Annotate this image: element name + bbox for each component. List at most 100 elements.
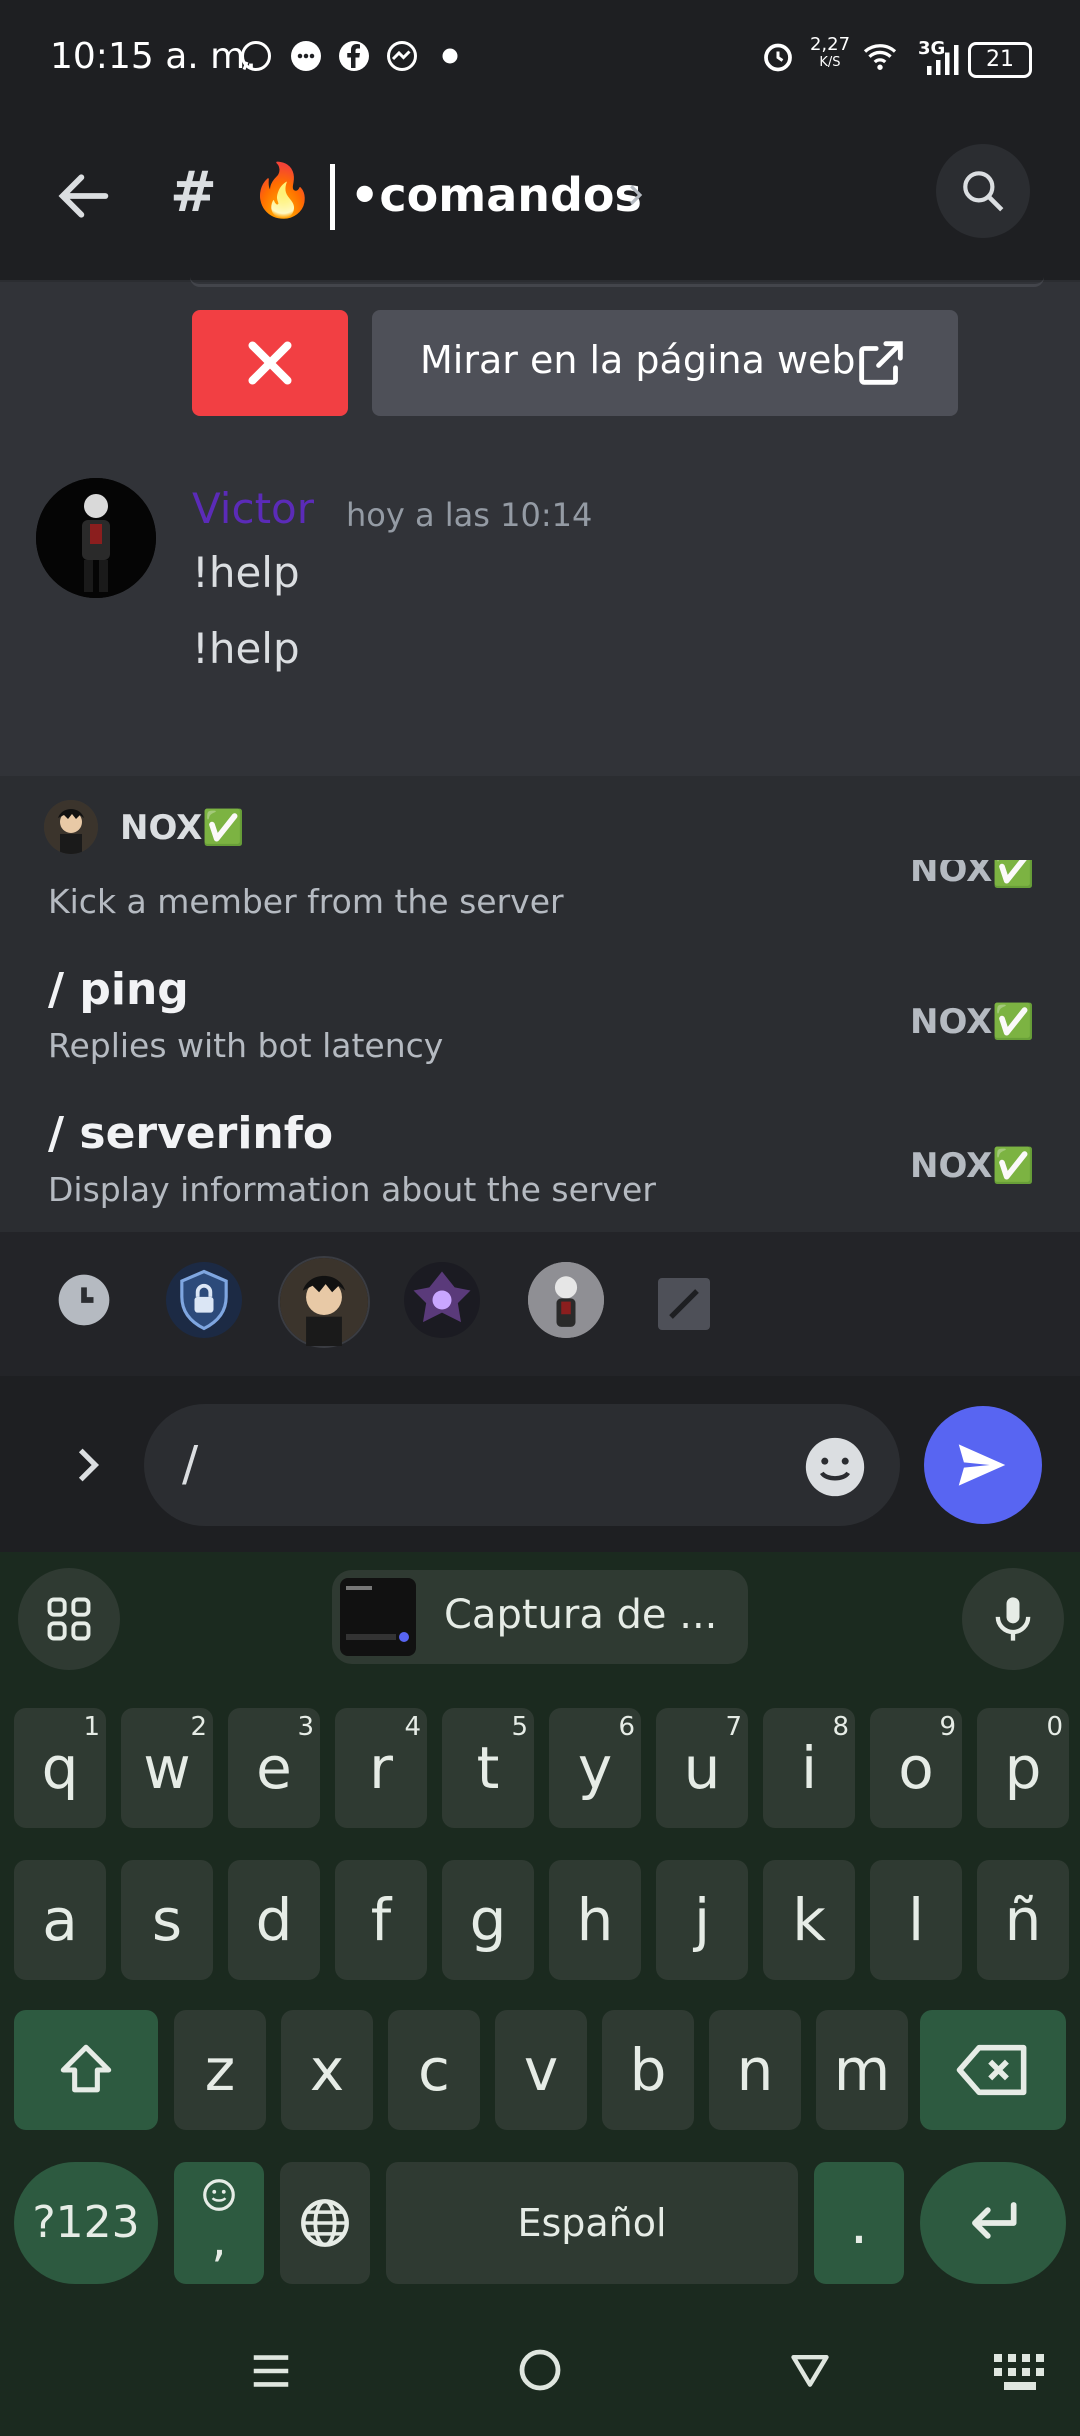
key-label: u	[683, 1734, 721, 1802]
microphone-icon	[995, 1597, 1031, 1641]
symbols-key[interactable]: ?123	[14, 2162, 158, 2284]
key[interactable]: e3	[228, 1708, 320, 1828]
message-timestamp: hoy a las 10:14	[346, 496, 593, 534]
network-speed-unit: K/S	[819, 55, 841, 70]
key[interactable]: f	[335, 1860, 427, 1980]
key[interactable]: k	[763, 1860, 855, 1980]
command-name[interactable]: / serverinfo	[48, 1108, 333, 1159]
command-name[interactable]: / ping	[48, 964, 189, 1015]
shield-lock-icon	[180, 1269, 228, 1331]
key[interactable]: g	[442, 1860, 534, 1980]
key[interactable]: u7	[656, 1708, 748, 1828]
key-label: p	[1004, 1734, 1042, 1802]
key-label: v	[523, 2036, 559, 2104]
dark-emblem-icon	[413, 1271, 471, 1323]
voice-input-button[interactable]	[962, 1568, 1064, 1670]
key[interactable]: s	[121, 1860, 213, 1980]
key-label: d	[255, 1886, 293, 1954]
key[interactable]: t5	[442, 1708, 534, 1828]
home-icon[interactable]	[516, 2346, 564, 2394]
key-hint: 6	[618, 1712, 635, 1742]
app-pen-tool[interactable]	[658, 1278, 710, 1330]
key-hint: 1	[83, 1712, 100, 1742]
period-key[interactable]: .	[814, 2162, 904, 2284]
key-label: l	[907, 1886, 925, 1954]
user-avatar-image	[36, 478, 156, 598]
command-description: Display information about the server	[48, 1170, 656, 1209]
shift-icon	[60, 2044, 112, 2093]
back-triangle-icon[interactable]	[786, 2348, 834, 2392]
key[interactable]: i8	[763, 1708, 855, 1828]
battery-indicator: 21	[968, 42, 1032, 78]
space-key[interactable]: Español	[386, 2162, 798, 2284]
key[interactable]: l	[870, 1860, 962, 1980]
app-shield-bot[interactable]	[166, 1262, 242, 1338]
send-button[interactable]	[924, 1406, 1042, 1524]
key-label: o	[898, 1734, 934, 1802]
key-label: f	[370, 1886, 392, 1954]
recent-commands-tab[interactable]	[46, 1262, 122, 1338]
enter-icon	[972, 2202, 1017, 2239]
app-dark-bot[interactable]	[404, 1262, 480, 1338]
key[interactable]: p0	[977, 1708, 1069, 1828]
key[interactable]: c	[388, 2010, 480, 2130]
search-button[interactable]	[936, 144, 1030, 238]
clock-icon	[58, 1274, 110, 1326]
key[interactable]: j	[656, 1860, 748, 1980]
key-label: b	[629, 2036, 667, 2104]
key[interactable]: x	[281, 2010, 373, 2130]
message-author[interactable]: Victor	[192, 484, 314, 533]
key-hint: 0	[1046, 1712, 1063, 1742]
key[interactable]: r4	[335, 1708, 427, 1828]
key[interactable]: h	[549, 1860, 641, 1980]
keyboard-apps-button[interactable]	[18, 1568, 120, 1670]
back-arrow-icon[interactable]	[52, 164, 116, 228]
enter-key[interactable]	[920, 2162, 1066, 2284]
keyboard-switch-icon[interactable]	[992, 2352, 1048, 2392]
message-input[interactable]	[144, 1404, 900, 1526]
key-hint: 9	[939, 1712, 956, 1742]
key[interactable]: a	[14, 1860, 106, 1980]
key[interactable]: n	[709, 2010, 801, 2130]
app-user-bot[interactable]	[528, 1262, 604, 1338]
key[interactable]: y6	[549, 1708, 641, 1828]
key[interactable]: q1	[14, 1708, 106, 1828]
screenshot-thumbnail	[340, 1578, 416, 1656]
key[interactable]: w2	[121, 1708, 213, 1828]
key[interactable]: m	[816, 2010, 908, 2130]
close-embed-button[interactable]	[192, 310, 348, 416]
chevron-right-icon[interactable]	[62, 1440, 112, 1490]
command-row[interactable]: Kick a member from the server NOX✅	[0, 860, 1080, 930]
app-nox-bot[interactable]	[278, 1256, 370, 1348]
command-source: NOX✅	[910, 1002, 1035, 1042]
language-key[interactable]	[280, 2162, 370, 2284]
key[interactable]: d	[228, 1860, 320, 1980]
emoji-comma-key[interactable]: ,	[174, 2162, 264, 2284]
key-label: ñ	[1004, 1886, 1042, 1954]
shift-key[interactable]	[14, 2010, 158, 2130]
globe-icon	[301, 2199, 349, 2247]
key-label: x	[309, 2036, 345, 2104]
divider	[330, 164, 335, 230]
key[interactable]: z	[174, 2010, 266, 2130]
keyboard	[0, 1552, 1080, 2436]
grid-icon	[47, 1597, 91, 1641]
emoji-icon	[203, 2179, 235, 2211]
wifi-icon	[863, 44, 897, 70]
key[interactable]: v	[495, 2010, 587, 2130]
key-label: s	[151, 1886, 183, 1954]
nox-avatar-image	[280, 1258, 368, 1346]
backspace-key[interactable]	[920, 2010, 1066, 2130]
menu-icon[interactable]	[248, 2348, 294, 2394]
avatar[interactable]	[36, 478, 156, 598]
key-label: a	[42, 1886, 78, 1954]
key[interactable]: ñ	[977, 1860, 1069, 1980]
key-label: r	[369, 1734, 393, 1802]
key[interactable]: o9	[870, 1708, 962, 1828]
key-label: g	[469, 1886, 507, 1954]
chevron-right-icon[interactable]	[620, 180, 650, 210]
channel-name[interactable]: •comandos	[350, 168, 642, 222]
emoji-icon[interactable]	[800, 1432, 870, 1502]
key[interactable]: b	[602, 2010, 694, 2130]
bot-avatar-image	[44, 800, 98, 854]
